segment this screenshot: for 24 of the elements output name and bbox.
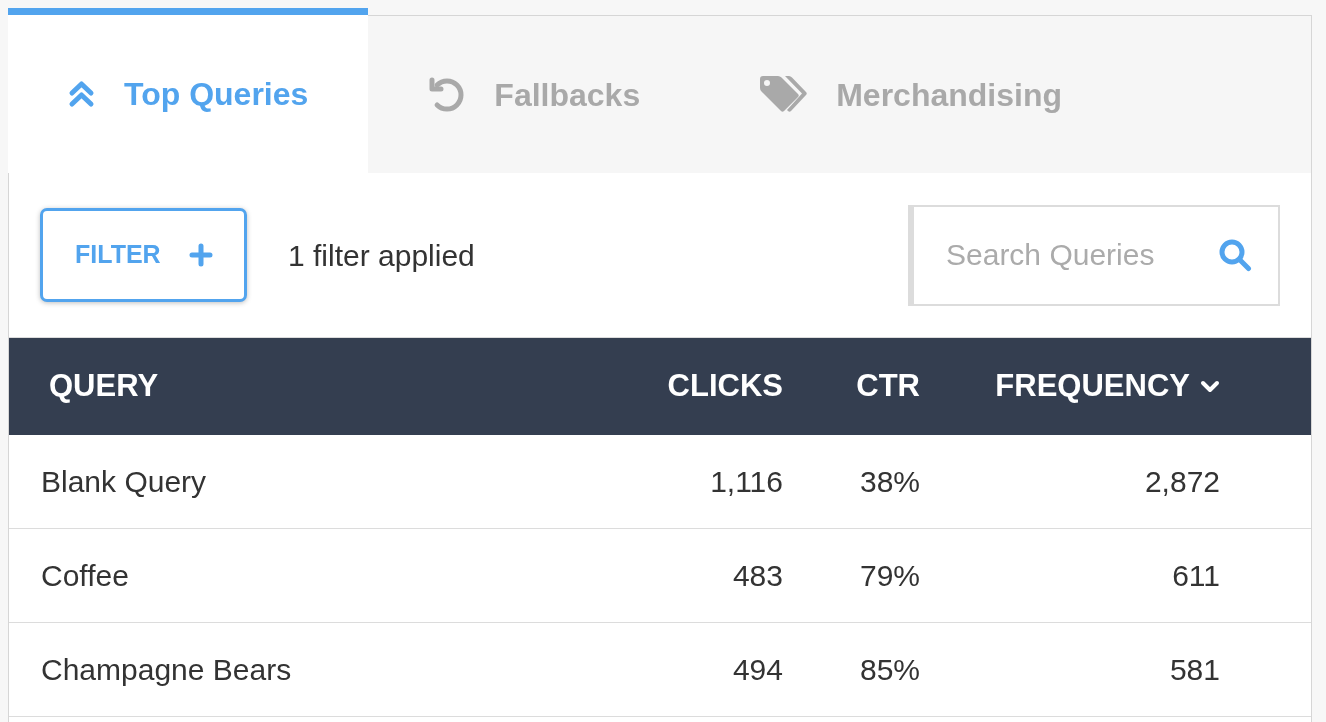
- clicks-value: 483: [732, 558, 783, 594]
- clicks-column-header[interactable]: CLICKS: [667, 363, 783, 410]
- search-field[interactable]: Search Queries: [908, 204, 1280, 306]
- ctr-value: 85%: [859, 652, 920, 688]
- query-text: Coffee: [41, 558, 129, 594]
- plus-icon: [188, 243, 213, 267]
- query-text: Champagne Bears: [41, 652, 292, 688]
- clicks-value: 494: [732, 652, 783, 688]
- rotate-arrow-icon: [428, 76, 466, 113]
- double-chevron-up-icon: [68, 80, 95, 108]
- tags-icon: [760, 76, 808, 113]
- ctr-column-header[interactable]: CTR: [856, 363, 920, 410]
- filter-status-text: 1 filter applied: [288, 237, 475, 274]
- frequency-column-header[interactable]: FREQUENCY: [995, 363, 1220, 410]
- ctr-value: 38%: [859, 464, 920, 500]
- clicks-value: 1,116: [710, 464, 783, 500]
- ctr-value: 79%: [859, 558, 920, 594]
- query-text: Blank Query: [41, 464, 207, 500]
- search-icon[interactable]: [1218, 237, 1252, 272]
- chevron-down-icon: [1200, 380, 1220, 393]
- frequency-value: 581: [1169, 652, 1220, 688]
- query-column-header[interactable]: QUERY: [49, 363, 159, 410]
- frequency-value: 611: [1172, 558, 1220, 594]
- frequency-value: 2,872: [1144, 464, 1220, 500]
